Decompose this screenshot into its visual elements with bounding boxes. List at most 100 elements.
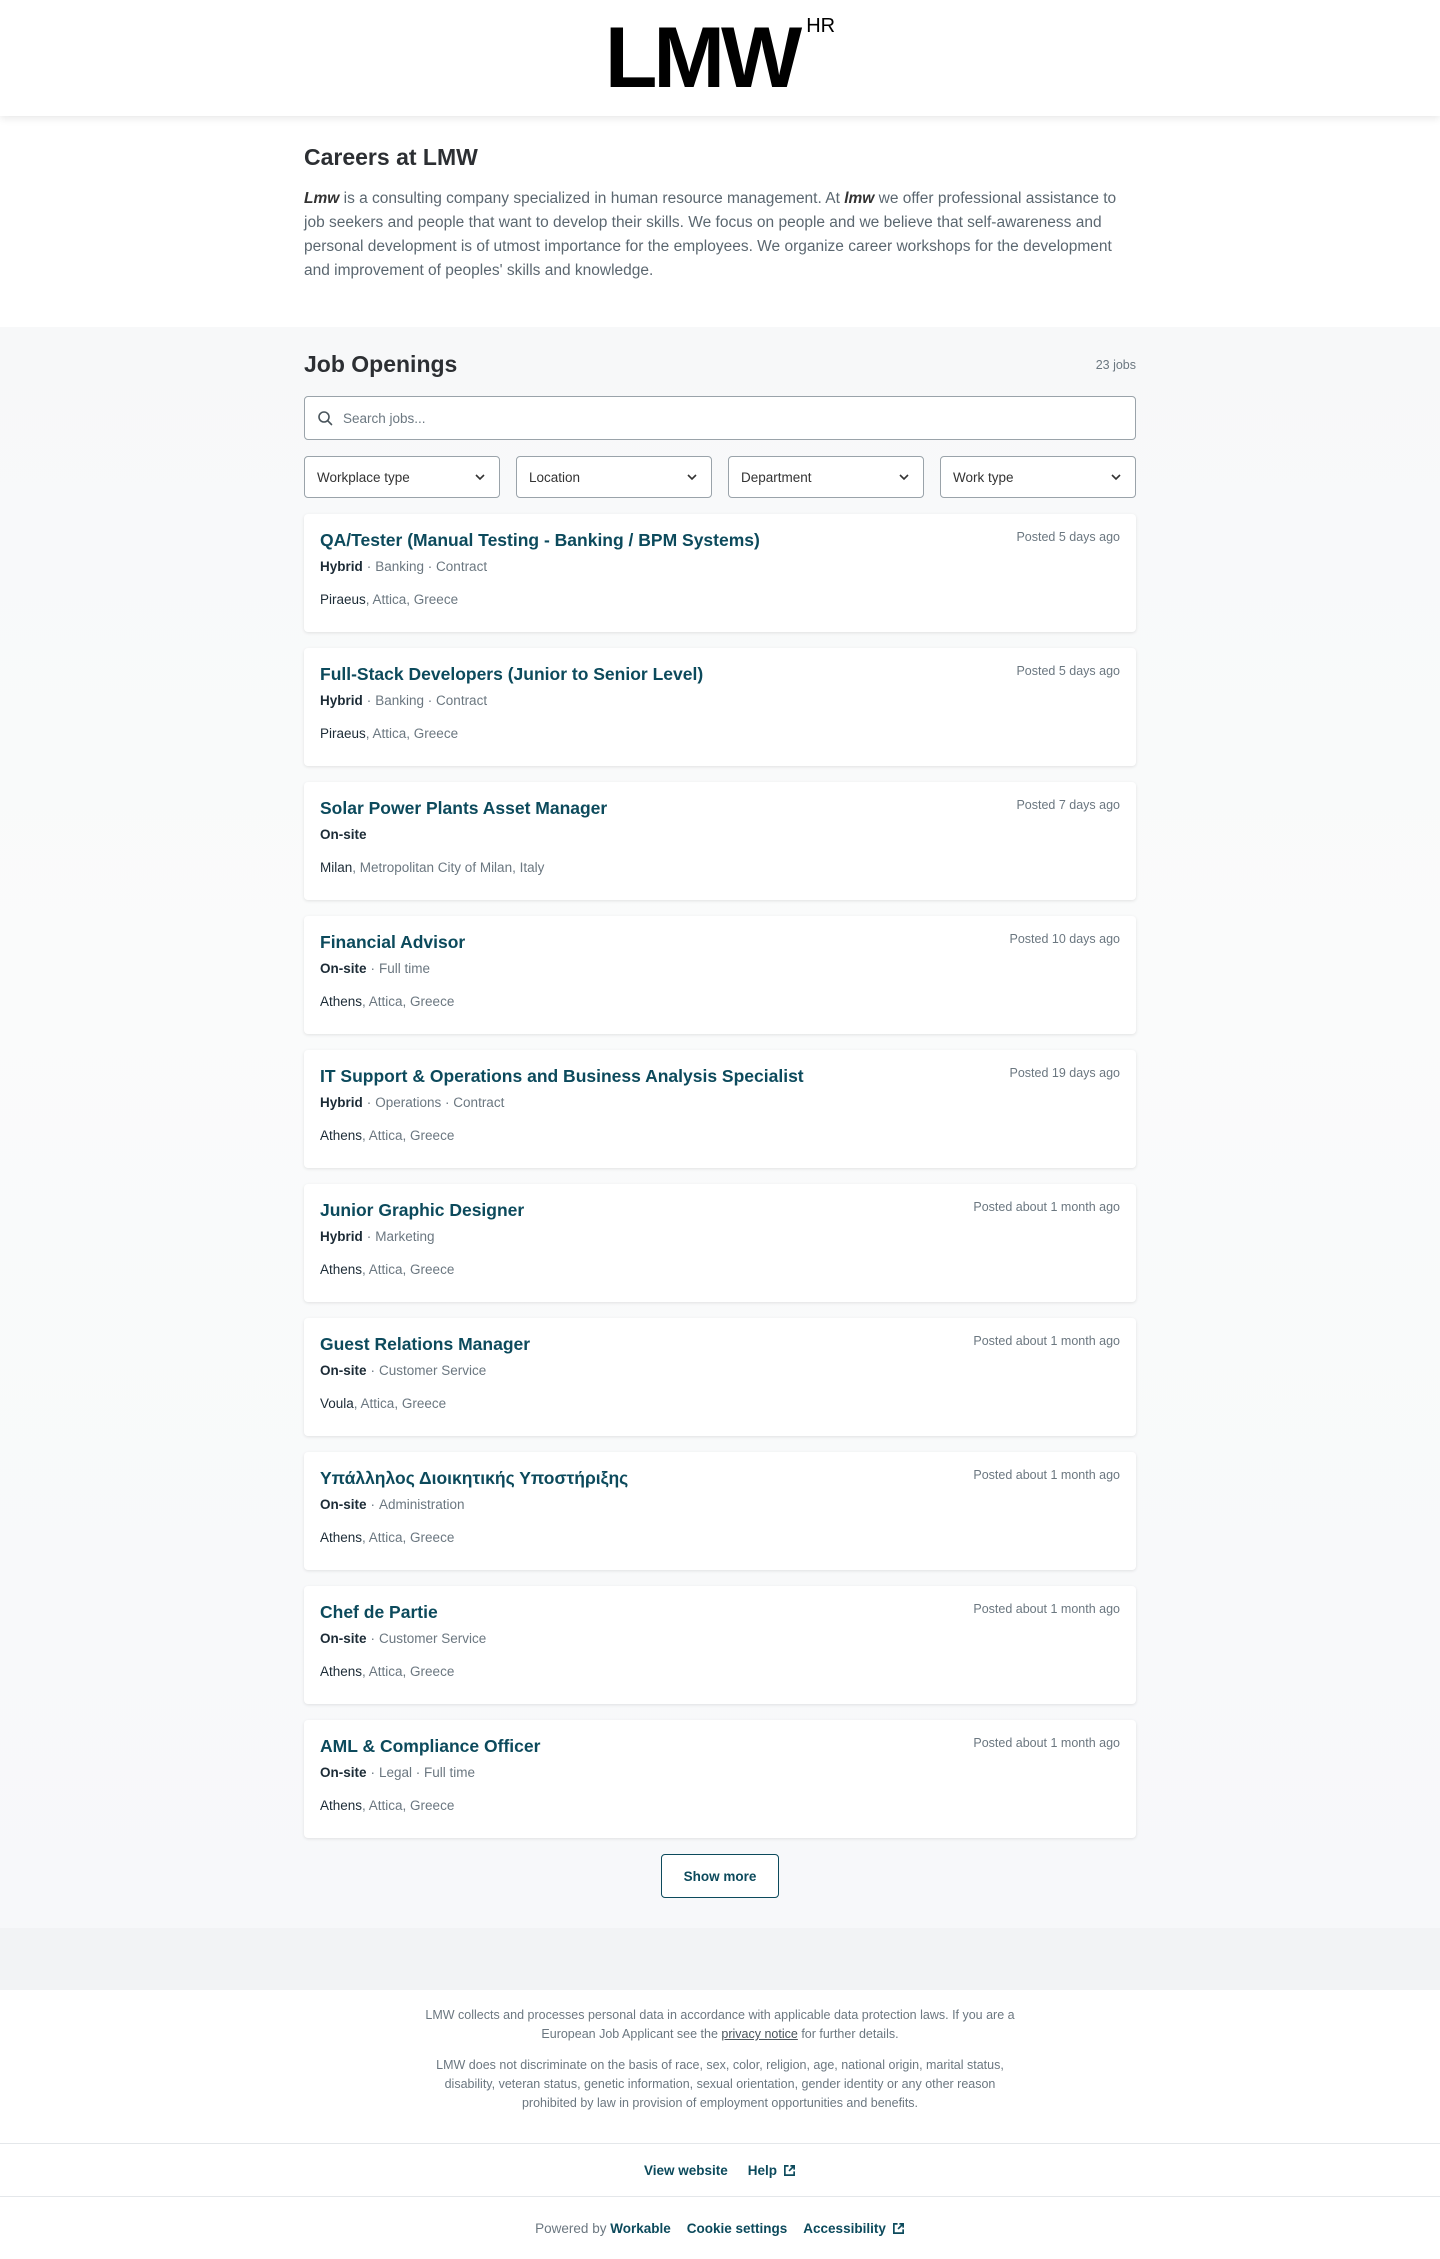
- job-workplace-type: On-site: [320, 1363, 367, 1378]
- footer-bottom: Powered by Workable Cookie settings Acce…: [0, 2197, 1440, 2259]
- separator-dot: ·: [370, 1631, 376, 1646]
- job-tags-text: Marketing: [375, 1229, 435, 1244]
- jobs-count: 23 jobs: [1095, 357, 1136, 372]
- filter-department[interactable]: Department: [728, 456, 924, 498]
- footer-links: View website Help: [0, 2144, 1440, 2196]
- job-card[interactable]: Full-Stack Developers (Junior to Senior …: [304, 648, 1136, 766]
- job-location: Athens, Attica, Greece: [320, 1798, 1120, 1813]
- job-tags-text: Banking · Contract: [375, 559, 488, 574]
- filters-row: Workplace type Location Department Work …: [304, 456, 1136, 498]
- top-header: LMW HR: [0, 0, 1440, 116]
- separator-dot: ·: [366, 1229, 372, 1244]
- help-link[interactable]: Help: [748, 2163, 796, 2178]
- separator-dot: ·: [370, 1765, 376, 1780]
- search-input[interactable]: [343, 397, 1135, 439]
- non-discrimination-statement: LMW does not discriminate on the basis o…: [436, 2058, 1004, 2110]
- job-card[interactable]: Chef de Partie Posted about 1 month ago …: [304, 1586, 1136, 1704]
- job-meta: On-site · Legal · Full time: [320, 1765, 1120, 1780]
- job-tags-text: Administration: [379, 1497, 465, 1512]
- footer: LMW collects and processes personal data…: [0, 1990, 1440, 2259]
- job-tags: · Legal · Full time: [367, 1765, 476, 1780]
- job-card[interactable]: Υπάλληλος Διοικητικής Υποστήριξης Posted…: [304, 1452, 1136, 1570]
- company-logo[interactable]: LMW HR: [605, 15, 835, 101]
- filter-label: Department: [741, 469, 812, 485]
- job-workplace-type: Hybrid: [320, 1095, 363, 1110]
- job-posted-date: Posted 5 days ago: [1016, 664, 1120, 678]
- show-more-button[interactable]: Show more: [661, 1854, 779, 1898]
- separator-dot: ·: [370, 1497, 376, 1512]
- chevron-down-icon: [899, 474, 909, 481]
- job-region: , Metropolitan City of Milan, Italy: [352, 860, 545, 875]
- job-openings-title: Job Openings: [304, 351, 458, 377]
- job-posted-date: Posted 10 days ago: [1009, 932, 1121, 946]
- filter-work-type[interactable]: Work type: [940, 456, 1136, 498]
- accessibility-link[interactable]: Accessibility: [803, 2221, 905, 2236]
- job-card[interactable]: Junior Graphic Designer Posted about 1 m…: [304, 1184, 1136, 1302]
- job-openings-header: Job Openings 23 jobs: [304, 351, 1136, 378]
- job-tags-text: Full time: [379, 961, 431, 976]
- page-title: Careers at LMW: [304, 144, 478, 170]
- brand-name: Lmw: [304, 190, 340, 207]
- job-city: Piraeus: [320, 592, 366, 607]
- filter-workplace-type[interactable]: Workplace type: [304, 456, 500, 498]
- chevron-down-icon: [1111, 474, 1121, 481]
- external-link-icon: [784, 2164, 796, 2176]
- job-card[interactable]: QA/Tester (Manual Testing - Banking / BP…: [304, 514, 1136, 632]
- job-location: Athens, Attica, Greece: [320, 1530, 1120, 1545]
- view-website-link[interactable]: View website: [644, 2163, 728, 2178]
- job-card[interactable]: Financial Advisor Posted 10 days ago On-…: [304, 916, 1136, 1034]
- job-tags-text: Legal · Full time: [379, 1765, 476, 1780]
- job-region: , Attica, Greece: [362, 1664, 455, 1679]
- job-tags: · Administration: [367, 1497, 465, 1512]
- job-title-link[interactable]: Full-Stack Developers (Junior to Senior …: [320, 664, 1120, 685]
- about-section: Careers at LMW Lmw is a consulting compa…: [0, 116, 1440, 327]
- privacy-notice-link[interactable]: privacy notice: [721, 2027, 797, 2041]
- job-title-link[interactable]: QA/Tester (Manual Testing - Banking / BP…: [320, 530, 1120, 551]
- job-city: Athens: [320, 1664, 363, 1679]
- job-region: , Attica, Greece: [362, 1128, 455, 1143]
- workable-brand[interactable]: Workable: [610, 2221, 671, 2236]
- job-region: , Attica, Greece: [362, 1530, 455, 1545]
- cookie-settings-link[interactable]: Cookie settings: [687, 2221, 788, 2236]
- filter-label: Location: [529, 469, 581, 485]
- job-region: , Attica, Greece: [362, 994, 455, 1009]
- privacy-statement: LMW collects and processes personal data…: [425, 2008, 1015, 2041]
- job-card[interactable]: AML & Compliance Officer Posted about 1 …: [304, 1720, 1136, 1838]
- job-location: Milan, Metropolitan City of Milan, Italy: [320, 860, 1120, 875]
- job-workplace-type: Hybrid: [320, 693, 363, 708]
- job-tags: · Customer Service: [367, 1631, 487, 1646]
- job-region: , Attica, Greece: [362, 1798, 455, 1813]
- job-title-link[interactable]: IT Support & Operations and Business Ana…: [320, 1066, 1120, 1087]
- job-posted-date: Posted 5 days ago: [1016, 530, 1120, 544]
- job-tags: · Operations · Contract: [363, 1095, 505, 1110]
- filter-label: Workplace type: [317, 469, 410, 485]
- job-posted-date: Posted 19 days ago: [1009, 1066, 1121, 1080]
- filter-location[interactable]: Location: [516, 456, 712, 498]
- job-meta: On-site · Administration: [320, 1497, 1120, 1512]
- job-city: Athens: [320, 1530, 363, 1545]
- job-city: Athens: [320, 1798, 363, 1813]
- search-box[interactable]: [304, 396, 1136, 440]
- job-card[interactable]: Guest Relations Manager Posted about 1 m…: [304, 1318, 1136, 1436]
- job-city: Voula: [320, 1396, 354, 1411]
- job-card[interactable]: IT Support & Operations and Business Ana…: [304, 1050, 1136, 1168]
- job-tags-text: Customer Service: [379, 1363, 487, 1378]
- job-workplace-type: Hybrid: [320, 1229, 363, 1244]
- job-tags: · Banking · Contract: [363, 693, 487, 708]
- job-title-link[interactable]: Financial Advisor: [320, 932, 1120, 953]
- separator-dot: ·: [366, 693, 372, 708]
- job-card[interactable]: Solar Power Plants Asset Manager Posted …: [304, 782, 1136, 900]
- job-location: Athens, Attica, Greece: [320, 1664, 1120, 1679]
- job-city: Milan: [320, 860, 353, 875]
- job-region: , Attica, Greece: [365, 592, 459, 607]
- job-location: Piraeus, Attica, Greece: [320, 592, 1120, 607]
- job-workplace-type: On-site: [320, 1765, 367, 1780]
- logo-superscript: HR: [806, 15, 836, 37]
- job-meta: On-site · Customer Service: [320, 1363, 1120, 1378]
- job-workplace-type: On-site: [320, 827, 367, 842]
- search-icon: [318, 411, 333, 426]
- job-title-link[interactable]: Solar Power Plants Asset Manager: [320, 798, 1120, 819]
- job-location: Athens, Attica, Greece: [320, 994, 1120, 1009]
- chevron-down-icon: [687, 474, 697, 481]
- separator-dot: ·: [366, 1095, 372, 1110]
